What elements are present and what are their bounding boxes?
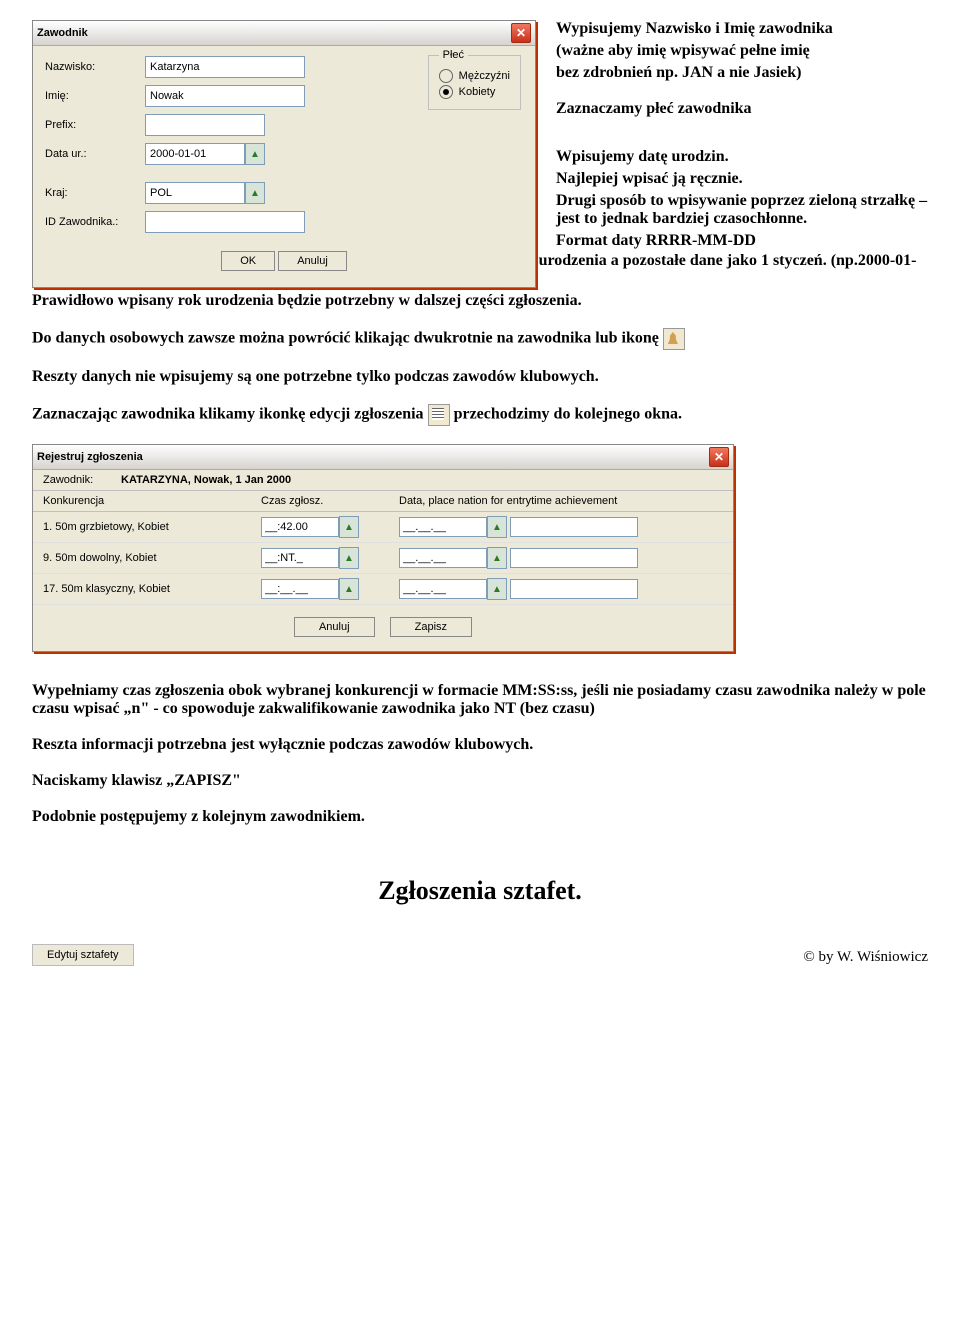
table-header: Konkurencja Czas zgłosz. Data, place nat…	[33, 491, 733, 512]
label-nazwisko: Nazwisko:	[45, 61, 145, 73]
prefix-input[interactable]	[145, 114, 265, 136]
edit-icon[interactable]	[428, 404, 450, 426]
save-button[interactable]: Zapisz	[390, 617, 472, 637]
register-dialog: Rejestruj zgłoszenia ✕ Zawodnik: KATARZY…	[32, 444, 734, 652]
label-zawodnik: Zawodnik:	[43, 474, 113, 486]
label-id: ID Zawodnika.:	[45, 216, 145, 228]
radio-male[interactable]	[439, 69, 453, 83]
time-arrow-icon[interactable]: ▲	[339, 578, 359, 600]
imie-input[interactable]	[145, 85, 305, 107]
date-arrow-icon[interactable]: ▲	[487, 578, 507, 600]
table-row: 1. 50m grzbietowy, Kobiet ▲ ▲	[33, 512, 733, 543]
label-prefix: Prefix:	[45, 119, 145, 131]
edit-relay-button[interactable]: Edytuj sztafety	[32, 944, 134, 966]
dialog-titlebar: Zawodnik ✕	[33, 21, 535, 46]
person-icon[interactable]	[663, 328, 685, 350]
radio-female[interactable]	[439, 85, 453, 99]
event-name: 17. 50m klasyczny, Kobiet	[43, 583, 253, 595]
date-input[interactable]	[399, 517, 487, 537]
label-male: Mężczyźni	[459, 70, 510, 82]
event-name: 9. 50m dowolny, Kobiet	[43, 552, 253, 564]
edit-instruction: Zaznaczając zawodnika klikamy ikonkę edy…	[32, 404, 928, 426]
time-input[interactable]	[261, 579, 339, 599]
gender-fieldset: Płeć Mężczyźni Kobiety	[428, 49, 521, 110]
place-input[interactable]	[510, 548, 638, 568]
place-input[interactable]	[510, 579, 638, 599]
dialog2-titlebar: Rejestruj zgłoszenia ✕	[33, 445, 733, 470]
competitor-dialog: Zawodnik ✕ Nazwisko: Imię: Prefix: Data …	[32, 20, 536, 288]
close-icon[interactable]: ✕	[709, 447, 729, 467]
nazwisko-input[interactable]	[145, 56, 305, 78]
dialog-title: Zawodnik	[37, 27, 88, 39]
table-row: 9. 50m dowolny, Kobiet ▲ ▲	[33, 543, 733, 574]
time-arrow-icon[interactable]: ▲	[339, 516, 359, 538]
instructions-final: Wypełniamy czas zgłoszenia obok wybranej…	[32, 682, 928, 826]
cancel-button[interactable]: Anuluj	[278, 251, 347, 271]
ok-button[interactable]: OK	[221, 251, 275, 271]
zawodnik-value: KATARZYNA, Nowak, 1 Jan 2000	[121, 474, 291, 486]
kraj-input[interactable]	[145, 182, 245, 204]
date-input[interactable]	[399, 548, 487, 568]
relay-heading: Zgłoszenia sztafet.	[32, 876, 928, 906]
place-input[interactable]	[510, 517, 638, 537]
time-arrow-icon[interactable]: ▲	[339, 547, 359, 569]
dataur-input[interactable]	[145, 143, 245, 165]
label-imie: Imię:	[45, 90, 145, 102]
return-instruction: Do danych osobowych zawsze można powróci…	[32, 328, 928, 350]
cancel-button[interactable]: Anuluj	[294, 617, 375, 637]
date-input[interactable]	[399, 579, 487, 599]
date-arrow-icon[interactable]: ▲	[245, 143, 265, 165]
dialog2-title: Rejestruj zgłoszenia	[37, 451, 143, 463]
id-input[interactable]	[145, 211, 305, 233]
table-row: 17. 50m klasyczny, Kobiet ▲ ▲	[33, 574, 733, 605]
instructions-right: Wypisujemy Nazwisko i Imię zawodnika (wa…	[556, 20, 928, 270]
time-input[interactable]	[261, 517, 339, 537]
date-arrow-icon[interactable]: ▲	[487, 516, 507, 538]
rest-instruction: Reszty danych nie wpisujemy są one potrz…	[32, 368, 928, 386]
label-kraj: Kraj:	[45, 187, 145, 199]
time-input[interactable]	[261, 548, 339, 568]
footer-credit: © by W. Wiśniowicz	[803, 949, 928, 966]
gender-legend: Płeć	[439, 49, 468, 61]
label-dataur: Data ur.:	[45, 148, 145, 160]
event-name: 1. 50m grzbietowy, Kobiet	[43, 521, 253, 533]
country-arrow-icon[interactable]: ▲	[245, 182, 265, 204]
close-icon[interactable]: ✕	[511, 23, 531, 43]
date-arrow-icon[interactable]: ▲	[487, 547, 507, 569]
label-female: Kobiety	[459, 86, 496, 98]
